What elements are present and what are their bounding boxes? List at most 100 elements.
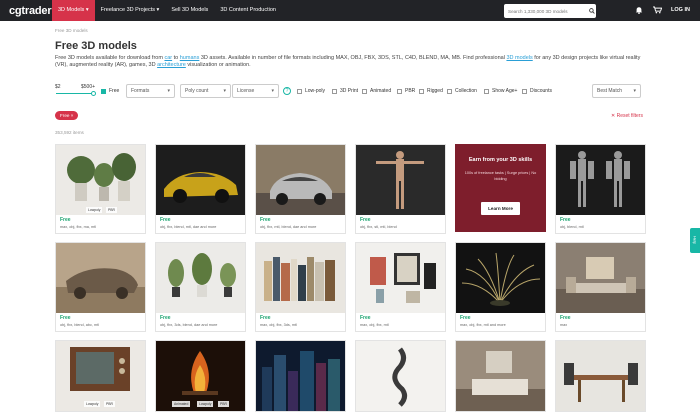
sculpture-image	[356, 341, 445, 411]
model-card[interactable]: Lowpoly PBR	[55, 340, 146, 412]
price: Free	[160, 217, 171, 223]
checkbox-label: PBR	[405, 88, 416, 94]
checkbox	[397, 88, 402, 94]
model-thumbnail[interactable]	[556, 145, 645, 215]
nav-freelance[interactable]: Freelance 3D Projects ▾	[95, 0, 166, 21]
link-car[interactable]: car	[164, 55, 172, 61]
pbr-checkbox[interactable]: PBR	[397, 84, 415, 98]
page-title: Free 3D models	[55, 40, 137, 52]
desc-text: 3D assets. Available in number of file f…	[199, 55, 507, 61]
desc-text: to	[172, 55, 180, 61]
price: Free	[560, 315, 571, 321]
dropdown-label: License	[237, 88, 255, 94]
discounts-checkbox[interactable]: Discounts	[522, 84, 552, 98]
model-thumbnail[interactable]	[156, 243, 245, 313]
price: Free	[360, 217, 371, 223]
price-slider-handle[interactable]	[91, 91, 96, 96]
nav-sell[interactable]: Sell 3D Models	[165, 0, 214, 21]
model-card[interactable]: Free obj, fbx, stl, mtl, blend	[355, 144, 446, 234]
model-thumbnail[interactable]: Lowpoly PBR	[56, 341, 145, 411]
model-thumbnail[interactable]: Lowpoly PBR	[56, 145, 145, 215]
active-filter-tag[interactable]: Free ×	[55, 111, 79, 120]
lowpoly-badge: Lowpoly	[86, 207, 103, 213]
formats: max, obj, fbx, mtl and more	[460, 323, 506, 327]
model-thumbnail[interactable]	[556, 341, 645, 411]
reset-filters-link[interactable]: ✕ Reset filters	[611, 113, 643, 119]
help-tab[interactable]: Help	[690, 228, 700, 253]
bedroom-image	[456, 341, 545, 411]
model-card[interactable]	[255, 340, 346, 412]
rigged-checkbox[interactable]: Rigged	[419, 84, 443, 98]
learn-more-button[interactable]: Learn More	[481, 202, 520, 215]
model-thumbnail[interactable]	[256, 341, 345, 411]
model-thumbnail[interactable]	[356, 145, 445, 215]
model-card[interactable]	[555, 340, 646, 412]
model-thumbnail[interactable]	[556, 243, 645, 313]
freelance-ad-card[interactable]: Earn from your 3D skills 100s of freelan…	[455, 144, 546, 232]
model-thumbnail[interactable]	[356, 243, 445, 313]
formats-dropdown[interactable]: Formats ▾	[126, 84, 175, 98]
print-checkbox[interactable]: 3D Print	[332, 84, 358, 98]
model-card[interactable]: Free obj, blend, mtl	[555, 144, 646, 234]
model-thumbnail[interactable]	[256, 243, 345, 313]
formats: obj, blend, mtl	[560, 225, 584, 229]
search-icon[interactable]	[588, 4, 596, 18]
model-thumbnail[interactable]: Animated Lowpoly PBR	[156, 341, 245, 411]
license-dropdown[interactable]: License ▾	[232, 84, 279, 98]
checkbox	[332, 88, 337, 94]
nav-3d-models[interactable]: 3D Models ▾	[52, 0, 95, 21]
formats: max, obj, fbx, mtl	[360, 323, 389, 327]
model-card[interactable]: Free obj, fbx, blend, abc, mtl	[55, 242, 146, 332]
model-card[interactable]	[455, 340, 546, 412]
checkbox-label: Low-poly	[305, 88, 326, 94]
animated-checkbox[interactable]: Animated	[362, 84, 391, 98]
model-card[interactable]: Free obj, fbx, 3ds, blend, dae and more	[155, 242, 246, 332]
dropdown-label: Best Match	[597, 88, 623, 94]
model-card[interactable]: Free max, obj, fbx, mtl	[355, 242, 446, 332]
help-icon[interactable]: ?	[283, 84, 291, 98]
poly-count-dropdown[interactable]: Poly count ▾	[180, 84, 231, 98]
breadcrumb[interactable]: Free 3D models	[55, 28, 88, 33]
pbr-badge: PBR	[218, 401, 229, 407]
top-nav-bar: cgtrader 3D Models ▾ Freelance 3D Projec…	[0, 0, 700, 21]
link-humans[interactable]: humans	[180, 55, 200, 61]
price-slider-track[interactable]	[56, 93, 93, 94]
model-thumbnail[interactable]	[56, 243, 145, 313]
link-architecture[interactable]: architecture	[157, 62, 186, 68]
free-checkbox[interactable]: Free	[101, 84, 119, 98]
collection-checkbox[interactable]: Collection	[447, 84, 477, 98]
checkbox-label: Collection	[455, 88, 477, 94]
silver-car-image	[256, 145, 345, 215]
age-checkbox[interactable]: Show Age+	[484, 84, 517, 98]
dropdown-label: Formats	[131, 88, 150, 94]
model-card[interactable]: Free obj, fbx, mtl, blend, dae and more	[255, 144, 346, 234]
cart-icon[interactable]	[653, 6, 663, 15]
sort-dropdown[interactable]: Best Match ▾	[592, 84, 641, 98]
model-card[interactable]: Free max	[555, 242, 646, 332]
link-3d-models[interactable]: 3D models	[506, 55, 532, 61]
model-card[interactable]: Free max, obj, fbx, mtl and more	[455, 242, 546, 332]
model-card[interactable]: Lowpoly PBR Free max, obj, fbx, ma, mtl	[55, 144, 146, 234]
help-glyph: ?	[283, 87, 291, 95]
model-thumbnail[interactable]	[256, 145, 345, 215]
checkbox	[362, 88, 367, 94]
chevron-down-icon: ▾	[156, 7, 160, 13]
price: Free	[260, 315, 271, 321]
bell-icon[interactable]	[635, 6, 643, 15]
chevron-down-icon: ▾	[633, 88, 636, 94]
model-thumbnail[interactable]	[156, 145, 245, 215]
model-card[interactable]	[355, 340, 446, 412]
model-card[interactable]: Free max, obj, fbx, 3ds, mtl	[255, 242, 346, 332]
lowpoly-checkbox[interactable]: Low-poly	[297, 84, 325, 98]
price: Free	[60, 315, 71, 321]
retro-tv-image	[56, 341, 145, 411]
nav-content-production[interactable]: 3D Content Production	[214, 0, 282, 21]
model-thumbnail[interactable]	[456, 341, 545, 411]
model-thumbnail[interactable]	[356, 341, 445, 411]
logo[interactable]: cgtrader	[0, 5, 52, 17]
model-card[interactable]: Animated Lowpoly PBR	[155, 340, 246, 412]
login-link[interactable]: LOG IN	[671, 7, 690, 13]
search-input[interactable]	[504, 8, 588, 14]
model-thumbnail[interactable]	[456, 243, 545, 313]
model-card[interactable]: Free obj, fbx, blend, mtl, dae and more	[155, 144, 246, 234]
